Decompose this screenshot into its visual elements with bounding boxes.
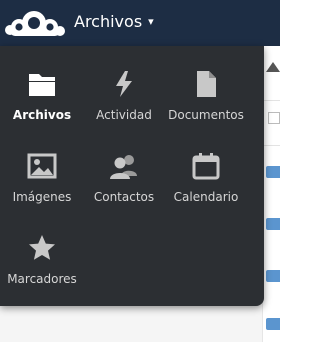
top-header: Archivos ▾ [0, 0, 280, 46]
menu-item-imagenes[interactable]: Imágenes [0, 128, 84, 208]
contacts-icon [108, 150, 140, 182]
menu-item-actividad[interactable]: Actividad [82, 46, 166, 126]
calendar-icon [190, 150, 222, 182]
cloud-logo-icon[interactable] [4, 6, 66, 42]
lightning-icon [108, 68, 140, 100]
menu-item-label: Actividad [96, 108, 152, 122]
menu-item-marcadores[interactable]: Marcadores [0, 210, 84, 290]
image-icon [26, 150, 58, 182]
menu-item-label: Contactos [93, 190, 155, 204]
app-menu-toggle[interactable]: Archivos ▾ [74, 12, 154, 32]
select-checkbox[interactable] [268, 112, 280, 124]
folder-icon [266, 218, 280, 230]
menu-item-label: Marcadores [7, 272, 77, 286]
app-navigation-menu: Archivos Actividad Documentos Imágenes C… [0, 46, 264, 306]
menu-item-contactos[interactable]: Contactos [82, 128, 166, 208]
menu-item-label: Calendario [173, 190, 239, 204]
list-divider [262, 100, 280, 101]
star-icon [26, 232, 58, 264]
menu-item-archivos[interactable]: Archivos [0, 46, 84, 126]
folder-icon [266, 318, 280, 330]
folder-icon [266, 166, 280, 178]
file-list-strip [262, 46, 281, 342]
list-divider [262, 145, 280, 146]
folder-icon [26, 68, 58, 100]
chevron-down-icon: ▾ [148, 15, 154, 28]
menu-item-label: Imágenes [12, 190, 72, 204]
menu-item-documentos[interactable]: Documentos [164, 46, 248, 126]
document-icon [190, 68, 222, 100]
app-title: Archivos [74, 12, 143, 31]
menu-item-label: Archivos [12, 108, 72, 122]
menu-item-calendario[interactable]: Calendario [164, 128, 248, 208]
folder-icon [266, 270, 280, 282]
upload-arrow-icon [266, 62, 280, 72]
menu-item-label: Documentos [168, 108, 244, 122]
